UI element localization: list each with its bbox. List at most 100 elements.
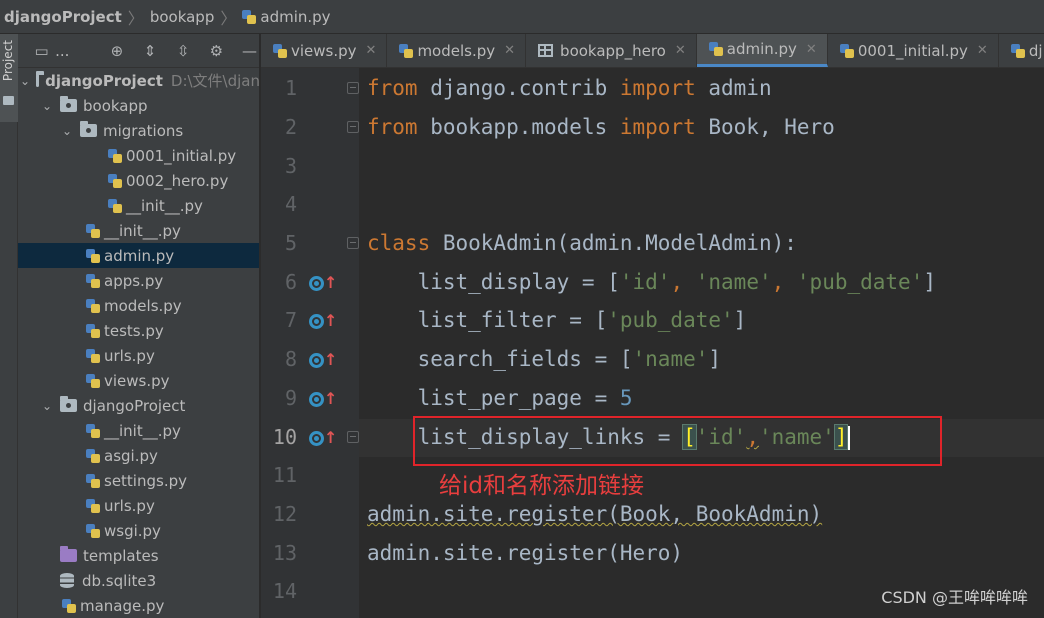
python-file-icon — [86, 448, 100, 463]
python-file-icon — [86, 273, 100, 288]
fold-icon[interactable] — [347, 82, 359, 94]
tab-label: models.py — [417, 41, 496, 60]
tree-item-wsgi[interactable]: wsgi.py — [18, 518, 259, 543]
fold-icon[interactable] — [347, 237, 359, 249]
tree-item-label: templates — [83, 546, 159, 565]
tree-item-label: asgi.py — [104, 446, 158, 465]
tree-item-admin[interactable]: admin.py — [18, 243, 259, 268]
project-tool-label: Project — [1, 40, 15, 82]
overrides-icon[interactable]: ↑ — [309, 310, 337, 332]
project-tool-tab[interactable]: Project — [0, 34, 18, 122]
close-icon[interactable]: ✕ — [977, 43, 988, 58]
tree-item-settings[interactable]: settings.py — [18, 468, 259, 493]
line-number: 9 — [284, 386, 297, 410]
tree-item-0002-hero[interactable]: 0002_hero.py — [18, 168, 259, 193]
tab-bookapp-hero[interactable]: bookapp_hero ✕ — [526, 34, 697, 67]
overrides-icon[interactable]: ↑ — [309, 272, 337, 294]
tree-item-label: wsgi.py — [104, 521, 161, 540]
tree-item-label: apps.py — [104, 271, 164, 290]
close-icon[interactable]: ✕ — [504, 43, 515, 58]
close-icon[interactable]: ✕ — [366, 43, 377, 58]
tree-item-label: settings.py — [104, 471, 187, 490]
tree-item-urls[interactable]: urls.py — [18, 343, 259, 368]
line-number: 2 — [284, 115, 297, 139]
panel-view-icon[interactable]: ▭ — [32, 42, 51, 60]
tree-item-models[interactable]: models.py — [18, 293, 259, 318]
tab-label: dj — [1028, 41, 1043, 60]
tree-item-migrations-init[interactable]: __init__.py — [18, 193, 259, 218]
folder-icon — [36, 71, 45, 87]
panel-title[interactable]: ... — [55, 42, 93, 60]
overrides-icon[interactable]: ↑ — [309, 388, 337, 410]
tree-item-label: 0002_hero.py — [126, 171, 229, 190]
chevron-down-icon[interactable]: ⌄ — [40, 399, 54, 413]
python-file-icon — [62, 598, 76, 613]
breadcrumb-project[interactable]: djangoProject — [4, 8, 122, 26]
tree-item-migrations[interactable]: ⌄ migrations — [18, 118, 259, 143]
tab-admin[interactable]: admin.py ✕ — [696, 34, 828, 67]
python-file-icon — [86, 223, 100, 238]
python-file-icon — [86, 248, 100, 263]
navigation-bar: djangoProject 〉 bookapp 〉 admin.py — [0, 0, 1044, 34]
line-number: 3 — [284, 154, 297, 178]
tree-item-asgi[interactable]: asgi.py — [18, 443, 259, 468]
tree-item-db-sqlite3[interactable]: db.sqlite3 — [18, 568, 259, 593]
tab-views[interactable]: views.py ✕ — [261, 34, 388, 67]
tree-item-views[interactable]: views.py — [18, 368, 259, 393]
line-number: 11 — [272, 463, 297, 487]
chevron-down-icon[interactable]: ⌄ — [60, 124, 74, 138]
tree-item-djangoproject-pkg[interactable]: ⌄ djangoProject — [18, 393, 259, 418]
highlight-box — [413, 416, 942, 466]
tree-item-0001-initial[interactable]: 0001_initial.py — [18, 143, 259, 168]
tree-item-label: urls.py — [104, 346, 155, 365]
tab-0001-initial[interactable]: 0001_initial.py ✕ — [828, 34, 999, 67]
line-number: 10 — [272, 425, 297, 449]
database-icon — [60, 573, 74, 588]
tree-item-tests[interactable]: tests.py — [18, 318, 259, 343]
tree-item-apps[interactable]: apps.py — [18, 268, 259, 293]
line-number: 1 — [284, 76, 297, 100]
expand-all-icon[interactable]: ⇕ — [141, 42, 160, 60]
hide-icon[interactable]: — — [240, 42, 259, 60]
overrides-icon[interactable]: ↑ — [309, 427, 337, 449]
tab-dj[interactable]: dj — [999, 34, 1044, 67]
breadcrumb-separator: 〉 — [127, 8, 144, 28]
python-file-icon — [86, 523, 100, 538]
breadcrumb-folder[interactable]: bookapp — [150, 8, 215, 26]
breadcrumb-file[interactable]: admin.py — [242, 8, 331, 26]
fold-icon[interactable] — [347, 431, 359, 443]
locate-icon[interactable]: ⊕ — [107, 42, 126, 60]
code-line-13: admin.site.register(Hero) — [367, 541, 684, 565]
line-number: 13 — [272, 541, 297, 565]
code-line-6: list_display = ['id', 'name', 'pub_date'… — [367, 270, 936, 294]
tree-item-djangoproject-root[interactable]: ⌄ djangoProject D:\文件\djan — [18, 68, 260, 93]
tree-item-label: db.sqlite3 — [82, 571, 157, 590]
collapse-all-icon[interactable]: ⇳ — [174, 42, 193, 60]
tree-item-manage[interactable]: manage.py — [18, 593, 259, 618]
close-icon[interactable]: ✕ — [806, 42, 817, 57]
tree-item-label: tests.py — [104, 321, 164, 340]
chevron-down-icon[interactable]: ⌄ — [20, 74, 30, 88]
close-icon[interactable]: ✕ — [675, 43, 686, 58]
python-file-icon — [108, 173, 122, 188]
gear-icon[interactable]: ⚙ — [207, 42, 226, 60]
tree-item-label: urls.py — [104, 496, 155, 515]
python-file-icon — [108, 198, 122, 213]
package-folder-icon — [60, 396, 77, 412]
python-file-icon — [86, 423, 100, 438]
tree-item-pkg-urls[interactable]: urls.py — [18, 493, 259, 518]
chevron-down-icon[interactable]: ⌄ — [40, 99, 54, 113]
tab-models[interactable]: models.py ✕ — [387, 34, 527, 67]
templates-folder-icon — [60, 546, 77, 562]
line-number: 6 — [284, 270, 297, 294]
python-file-icon — [708, 42, 723, 56]
tree-item-pkg-init[interactable]: __init__.py — [18, 418, 259, 443]
tree-item-templates[interactable]: templates — [18, 543, 259, 568]
fold-icon[interactable] — [347, 121, 359, 133]
tree-item-bookapp-init[interactable]: __init__.py — [18, 218, 259, 243]
tree-item-path: D:\文件\djan — [170, 72, 260, 90]
code-line-9: list_per_page = 5 — [367, 386, 633, 410]
code-editor[interactable]: 1 2 3 4 5 6 7 8 9 10 11 12 13 14 ↑ ↑ ↑ ↑… — [261, 68, 1044, 618]
tree-item-bookapp[interactable]: ⌄ bookapp — [18, 93, 259, 118]
overrides-icon[interactable]: ↑ — [309, 349, 337, 371]
